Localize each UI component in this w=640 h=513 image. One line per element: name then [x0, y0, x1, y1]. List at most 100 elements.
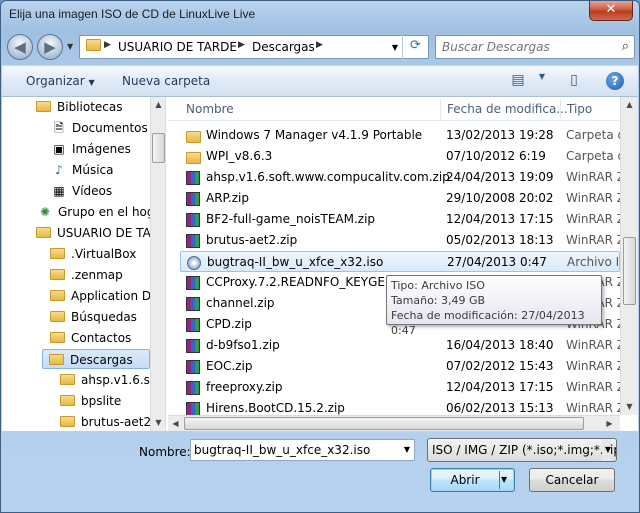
- help-icon[interactable]: ?: [606, 72, 624, 90]
- nav-item-music[interactable]: ♪ Música: [50, 160, 113, 180]
- column-separator[interactable]: [440, 99, 441, 119]
- nav-item-videos[interactable]: ▦ Vídeos: [50, 181, 112, 201]
- navigation-row: ◀ ▶ ▼ ▶ USUARIO DE TARDE ▶ Descargas ▶ ▼…: [7, 33, 635, 61]
- file-row[interactable]: freeproxy.zip 12/04/2013 17:15 WinRAR Z: [180, 377, 625, 398]
- file-row[interactable]: d-b9fso1.zip 16/04/2013 18:40 WinRAR Z: [180, 335, 625, 356]
- close-button[interactable]: ✕: [589, 1, 633, 21]
- scroll-thumb[interactable]: [623, 237, 636, 305]
- file-name: channel.zip: [206, 296, 275, 310]
- column-date[interactable]: Fecha de modifica...: [447, 102, 568, 116]
- address-dropdown-icon[interactable]: ▼: [392, 43, 398, 52]
- file-row[interactable]: ahsp.v1.6.soft.www.compucalitv.com.zip 24…: [180, 167, 625, 188]
- nav-item-searches[interactable]: Búsquedas: [50, 307, 137, 327]
- back-button[interactable]: ◀: [7, 34, 33, 60]
- scroll-down-icon[interactable]: ▼: [151, 415, 165, 431]
- contacts-icon: [50, 332, 65, 343]
- filename-label: Nombre:: [139, 445, 191, 459]
- forward-arrow-icon: ▶: [44, 38, 56, 56]
- scroll-up-icon[interactable]: ▲: [151, 97, 165, 113]
- nav-item-brutus[interactable]: brutus-aet2: [60, 412, 151, 431]
- scroll-left-icon[interactable]: ◀: [168, 416, 183, 431]
- breadcrumb-downloads[interactable]: Descargas: [252, 40, 315, 54]
- chevron-down-icon[interactable]: ▼: [601, 439, 611, 461]
- scroll-thumb[interactable]: [152, 133, 165, 163]
- file-name: ARP.zip: [206, 191, 249, 205]
- cancel-button[interactable]: Cancelar: [529, 468, 615, 492]
- view-dropdown-icon[interactable]: ▼: [532, 72, 552, 90]
- column-type[interactable]: Tipo: [567, 102, 592, 116]
- videos-icon: ▦: [53, 184, 65, 198]
- file-type: WinRAR Z: [566, 359, 625, 373]
- file-row-selected[interactable]: bugtraq-II_bw_u_xfce_x32.iso 27/04/2013 0…: [180, 251, 627, 272]
- nav-item-ahsp[interactable]: ahsp.v1.6.sof: [60, 370, 161, 390]
- open-options-icon[interactable]: ▼: [501, 469, 507, 491]
- nav-item-bpslite[interactable]: bpslite: [60, 391, 121, 411]
- nav-item-label: .VirtualBox: [71, 247, 137, 261]
- file-name: freeproxy.zip: [206, 380, 283, 394]
- user-folder-icon: [36, 227, 51, 238]
- nav-pane-scrollbar[interactable]: ▲ ▼: [150, 97, 165, 431]
- file-date: 05/02/2013 18:13: [446, 233, 554, 247]
- file-row[interactable]: BF2-full-game_noisTEAM.zip 12/04/2013 17:…: [180, 209, 625, 230]
- scroll-thumb[interactable]: [184, 417, 584, 430]
- view-options-icon[interactable]: ▤: [508, 72, 528, 90]
- breadcrumb-arrow-icon[interactable]: ▶: [316, 40, 323, 50]
- file-name: Windows 7 Manager v4.1.9 Portable: [206, 128, 423, 142]
- forward-button[interactable]: ▶: [37, 34, 63, 60]
- tooltip-modified: Fecha de modificación: 27/04/2013 0:47: [391, 309, 585, 337]
- file-list-horizontal-scrollbar[interactable]: ◀ ▶: [168, 415, 620, 431]
- file-list-vertical-scrollbar[interactable]: ▲ ▼: [620, 97, 638, 415]
- filename-value: bugtraq-II_bw_u_xfce_x32.iso: [194, 443, 371, 457]
- scroll-up-icon[interactable]: ▲: [622, 97, 637, 113]
- search-input[interactable]: [440, 37, 610, 57]
- nav-item-contacts[interactable]: Contactos: [50, 328, 131, 348]
- address-bar[interactable]: ▶ USUARIO DE TARDE ▶ Descargas ▶ ▼ ⟳: [79, 35, 429, 59]
- nav-item-user[interactable]: USUARIO DE TAR: [36, 223, 159, 243]
- breadcrumb-arrow-icon[interactable]: ▶: [104, 40, 111, 50]
- file-type-filter-value: ISO / IMG / ZIP (*.iso;*.img;*.zip: [432, 443, 617, 457]
- nav-item-homegroup[interactable]: ✺ Grupo en el hoga: [36, 202, 162, 222]
- file-date: 07/02/2012 15:43: [446, 359, 554, 373]
- breadcrumb-arrow-icon[interactable]: ▶: [238, 40, 245, 50]
- scroll-right-icon[interactable]: ▶: [602, 416, 617, 431]
- nav-item-documents[interactable]: 🗎 Documentos: [50, 118, 148, 138]
- folder-icon: [50, 269, 65, 280]
- downloads-icon: [49, 354, 64, 365]
- nav-item-label: Contactos: [71, 331, 132, 345]
- chevron-down-icon[interactable]: ▼: [404, 440, 410, 460]
- folder-icon: [86, 39, 101, 51]
- nav-item-application-data[interactable]: Application Dat: [50, 286, 163, 306]
- title-bar[interactable]: Elija una imagen ISO de CD de LinuxLive …: [1, 1, 639, 29]
- recent-pages-dropdown-icon[interactable]: ▼: [67, 42, 73, 51]
- nav-item-libraries[interactable]: Bibliotecas: [36, 97, 122, 117]
- nav-item-zenmap[interactable]: .zenmap: [50, 265, 123, 285]
- navigation-pane[interactable]: Bibliotecas 🗎 Documentos ▣ Imágenes ♪ Músic…: [2, 97, 166, 431]
- documents-icon: 🗎: [54, 121, 64, 135]
- nav-item-label: Imágenes: [72, 142, 131, 156]
- organize-button[interactable]: Organizar ▼: [26, 74, 95, 88]
- file-type-filter[interactable]: ISO / IMG / ZIP (*.iso;*.img;*.zip ▼: [427, 438, 617, 462]
- file-open-dialog: Elija una imagen ISO de CD de LinuxLive …: [0, 0, 640, 513]
- refresh-icon[interactable]: ⟳: [402, 35, 428, 59]
- file-info-tooltip: Tipo: Archivo ISO Tamaño: 3,49 GB Fecha …: [386, 275, 602, 337]
- preview-pane-icon[interactable]: ▯: [564, 72, 584, 90]
- scroll-down-icon[interactable]: ▼: [622, 399, 637, 415]
- column-name[interactable]: Nombre: [186, 102, 234, 116]
- filename-input[interactable]: bugtraq-II_bw_u_xfce_x32.iso ▼: [190, 439, 415, 461]
- music-icon: ♪: [55, 163, 63, 177]
- column-separator[interactable]: [560, 99, 561, 119]
- file-row[interactable]: Windows 7 Manager v4.1.9 Portable 13/02/2…: [180, 125, 625, 146]
- breadcrumb-user[interactable]: USUARIO DE TARDE: [118, 40, 237, 54]
- nav-item-virtualbox[interactable]: .VirtualBox: [50, 244, 136, 264]
- nav-item-pictures[interactable]: ▣ Imágenes: [50, 139, 131, 159]
- search-box[interactable]: ⌕: [435, 35, 635, 59]
- nav-item-downloads[interactable]: Descargas: [42, 349, 150, 369]
- file-list[interactable]: Nombre Fecha de modifica... Tipo Windows…: [168, 97, 638, 431]
- search-icon[interactable]: ⌕: [622, 39, 629, 54]
- file-row[interactable]: EOC.zip 07/02/2012 15:43 WinRAR Z: [180, 356, 625, 377]
- open-button[interactable]: Abrir ▼: [430, 468, 515, 492]
- file-row[interactable]: ARP.zip 29/10/2008 20:02 WinRAR Z: [180, 188, 625, 209]
- file-row[interactable]: brutus-aet2.zip 05/02/2013 18:13 WinRAR Z: [180, 230, 625, 251]
- new-folder-button[interactable]: Nueva carpeta: [122, 74, 210, 88]
- file-row[interactable]: WPI_v8.6.3 07/10/2012 6:19 Carpeta d: [180, 146, 625, 167]
